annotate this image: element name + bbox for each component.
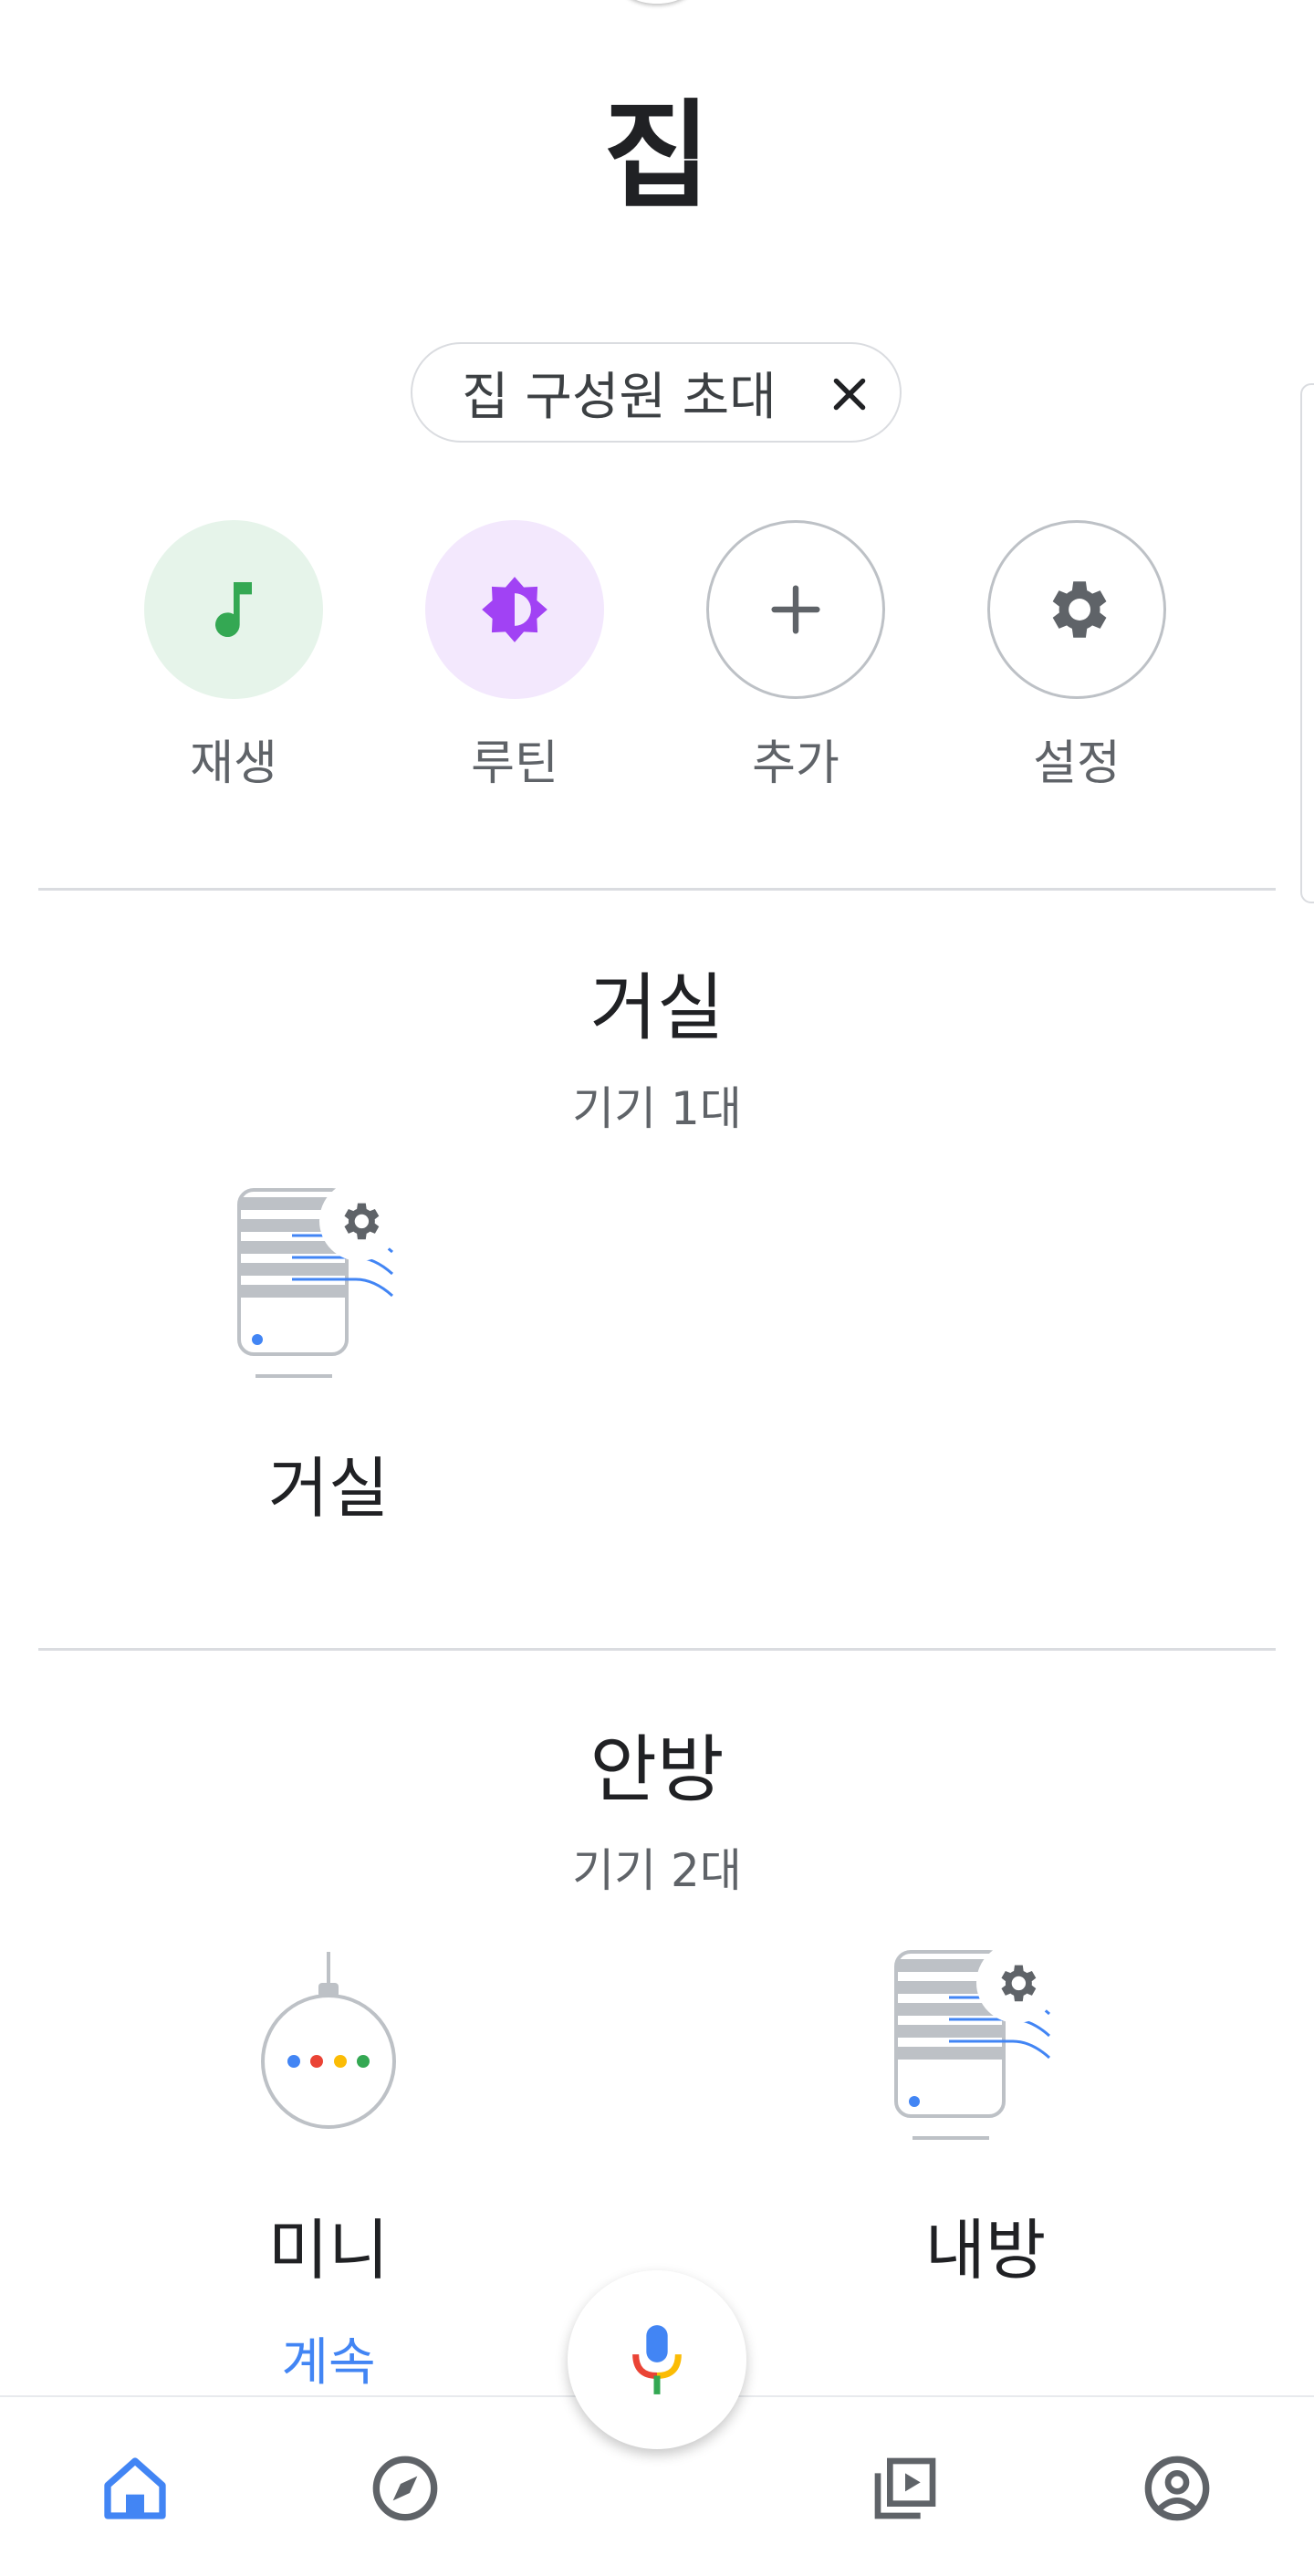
action-routine-circle[interactable] — [425, 520, 604, 699]
device-name: 거실 — [267, 1450, 390, 1527]
media-icon[interactable] — [869, 2452, 942, 2525]
divider — [38, 888, 1276, 891]
action-routine-label: 루틴 — [471, 736, 558, 791]
room-title: 거실 — [589, 965, 725, 1050]
page-title: 집 — [603, 89, 711, 224]
gear-icon — [1052, 581, 1107, 638]
continue-link[interactable]: 계속 — [182, 2321, 474, 2395]
room-title: 안방 — [589, 1727, 725, 1812]
google-home-mini-icon — [237, 1948, 420, 2140]
action-routine[interactable]: 루틴 — [414, 520, 615, 793]
device-name: 내방 — [924, 2212, 1047, 2289]
explore-icon[interactable] — [369, 2452, 442, 2525]
top-handle — [620, 0, 694, 4]
plus-icon — [771, 585, 820, 634]
action-play-label: 재생 — [190, 736, 277, 791]
quick-actions: 재생 루틴 추가 설정 — [0, 520, 1314, 794]
action-settings-circle[interactable] — [987, 520, 1166, 699]
mic-button[interactable] — [568, 2270, 746, 2449]
action-settings[interactable]: 설정 — [976, 520, 1177, 793]
device-name: 미니 — [267, 2212, 390, 2289]
action-add[interactable]: 추가 — [695, 520, 896, 793]
account-icon[interactable] — [1141, 2452, 1214, 2525]
speaker-group-icon — [894, 1943, 1077, 2140]
invite-chip-label: 집 구성원 초대 — [462, 367, 777, 427]
music-note-icon — [215, 582, 252, 638]
device-card[interactable]: 거실 — [182, 1181, 474, 1530]
device-card[interactable]: 내방 — [840, 1943, 1132, 2292]
divider — [38, 1648, 1276, 1651]
invite-members-chip[interactable]: 집 구성원 초대 — [411, 342, 902, 443]
brightness-icon — [482, 577, 548, 642]
mic-icon — [632, 2325, 682, 2394]
home-icon[interactable] — [99, 2452, 172, 2525]
device-card[interactable]: 미니 계속 — [182, 1948, 474, 2395]
room-device-count: 기기 1대 — [572, 1082, 742, 1135]
action-add-label: 추가 — [752, 736, 840, 791]
speaker-group-icon — [237, 1181, 420, 1378]
action-settings-label: 설정 — [1033, 736, 1121, 791]
action-play-circle[interactable] — [144, 520, 323, 699]
action-play[interactable]: 재생 — [133, 520, 334, 793]
action-add-circle[interactable] — [706, 520, 885, 699]
close-icon[interactable] — [827, 371, 872, 417]
room-device-count: 기기 2대 — [572, 1844, 742, 1897]
